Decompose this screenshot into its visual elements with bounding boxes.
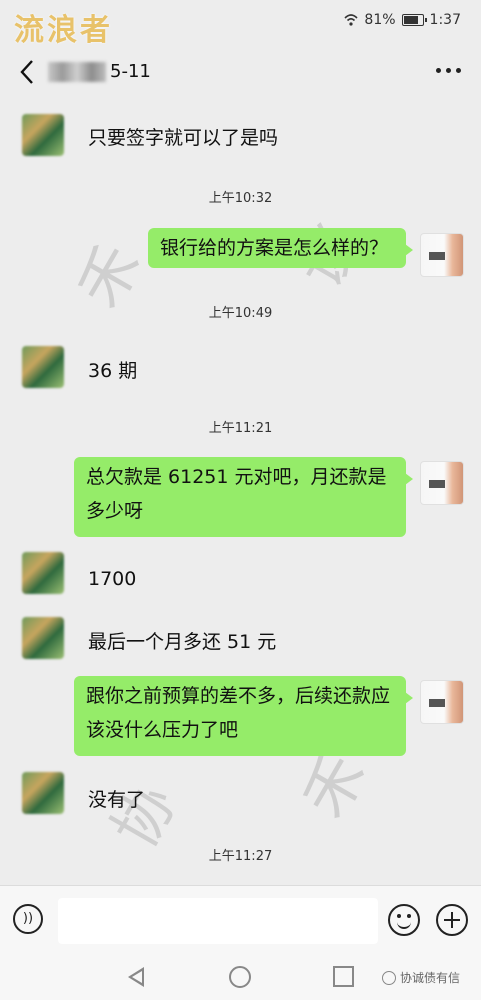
message-bubble-received[interactable]: 最后一个月多还 51 元	[76, 622, 288, 662]
system-nav-bar: 协诚债有信	[0, 955, 481, 1000]
message-bubble-received[interactable]: 36 期	[76, 351, 149, 391]
contact-avatar[interactable]	[22, 617, 64, 659]
watermark-account: 协诚债有信	[382, 969, 460, 986]
contact-avatar[interactable]	[22, 772, 64, 814]
contact-avatar[interactable]	[22, 114, 64, 156]
nav-back-icon[interactable]	[128, 967, 144, 987]
timestamp: 上午10:49	[208, 306, 273, 321]
wifi-icon	[344, 14, 358, 26]
battery-icon	[401, 14, 427, 26]
timestamp: 上午11:21	[208, 421, 273, 436]
my-avatar[interactable]	[420, 461, 464, 505]
blurred-name	[48, 61, 106, 82]
clock: 1:37	[429, 12, 461, 28]
status-bar: 流浪者 81% 1:37	[0, 0, 481, 48]
more-options-icon[interactable]	[436, 68, 461, 73]
my-avatar[interactable]	[420, 680, 464, 724]
wechat-logo-icon	[382, 970, 396, 985]
contact-avatar[interactable]	[22, 552, 64, 594]
message-bubble-received[interactable]: 没有了	[76, 780, 157, 820]
chat-header: 5-11	[0, 44, 481, 100]
contact-avatar[interactable]	[22, 346, 64, 388]
timestamp: 上午11:27	[208, 849, 273, 864]
message-bubble-sent[interactable]: 总欠款是 61251 元对吧，月还款是多少呀	[74, 457, 413, 537]
status-indicators: 81% 1:37	[344, 12, 461, 28]
my-avatar[interactable]	[420, 233, 464, 277]
back-arrow-icon[interactable]	[16, 58, 38, 86]
input-bar: ))	[0, 885, 481, 956]
message-bubble-sent[interactable]: 银行给的方案是怎么样的？	[148, 228, 413, 268]
plus-icon[interactable]	[436, 904, 468, 936]
message-bubble-sent[interactable]: 跟你之前预算的差不多，后续还款应该没什么压力了吧	[74, 676, 413, 756]
voice-icon[interactable]: ))	[13, 904, 43, 934]
chat-title: 5-11	[48, 61, 151, 82]
message-input[interactable]	[58, 898, 378, 944]
chat-area[interactable]: 禾 谈 协 禾 只要签字就可以了是吗 上午10:32 银行给的方案是怎么样的？ …	[0, 100, 481, 885]
watermark-logo: 流浪者	[14, 13, 113, 48]
timestamp: 上午10:32	[208, 191, 273, 206]
nav-recent-icon[interactable]	[333, 966, 354, 987]
message-bubble-received[interactable]: 1700	[76, 559, 148, 599]
battery-percent: 81%	[364, 12, 396, 28]
message-bubble-received[interactable]: 只要签字就可以了是吗	[76, 118, 290, 158]
watermark-account-text: 协诚债有信	[400, 971, 461, 985]
emoji-icon[interactable]	[388, 904, 420, 936]
chat-title-text: 5-11	[110, 61, 151, 82]
nav-home-icon[interactable]	[229, 966, 251, 988]
